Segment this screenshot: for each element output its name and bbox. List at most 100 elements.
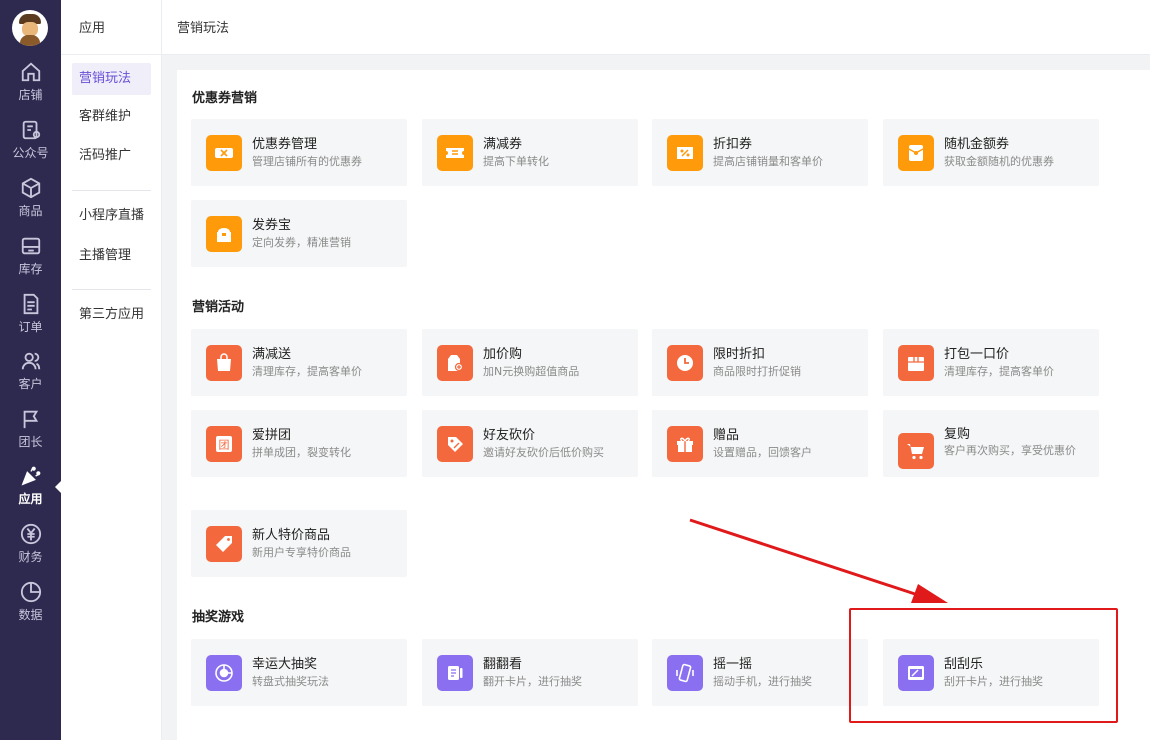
card-full-reduction-gift[interactable]: 满减送 清理库存，提高客单价 [191, 329, 407, 396]
pie-chart-icon [20, 581, 41, 603]
card-title: 新人特价商品 [252, 528, 331, 543]
card-description: 新用户专享特价商品 [252, 546, 351, 559]
nav-label: 公众号 [12, 146, 49, 160]
nav-label: 团长 [18, 435, 43, 449]
shopping-bag-icon [206, 345, 242, 381]
submenu-item-mini-live[interactable]: 小程序直播 [72, 200, 151, 232]
submenu-item-customer-groups[interactable]: 客群维护 [72, 101, 151, 133]
card-description: 转盘式抽奖玩法 [252, 675, 329, 688]
card-description: 清理库存，提高客单价 [252, 365, 362, 378]
submenu-item-anchor-management[interactable]: 主播管理 [72, 240, 151, 272]
inventory-icon [21, 237, 40, 255]
nav-item-apps[interactable]: 应用 [0, 465, 61, 519]
card-limited-time-discount[interactable]: 限时折扣 商品限时打折促销 [652, 329, 868, 396]
section-title: 营销活动 [192, 300, 245, 315]
submenu-item-marketing[interactable]: 营销玩法 [72, 63, 151, 95]
card-shake[interactable]: 摇一摇 摇动手机，进行抽奖 [652, 639, 868, 706]
card-title: 翻翻看 [483, 657, 523, 672]
lucky-wheel-icon [206, 655, 242, 691]
avatar[interactable] [12, 10, 48, 46]
coupon-icon [206, 135, 242, 171]
card-discount-coupon[interactable]: 折扣券 提高店铺销量和客单价 [652, 119, 868, 186]
divider [72, 289, 151, 290]
card-title: 爱拼团 [252, 428, 292, 443]
card-description: 加N元换购超值商品 [483, 365, 580, 378]
bargain-icon [437, 426, 473, 462]
nav-item-store[interactable]: 店铺 [0, 61, 61, 115]
nav-label: 库存 [18, 262, 43, 276]
customer-icon [21, 352, 40, 370]
submenu-item-third-party[interactable]: 第三方应用 [72, 299, 151, 331]
card-coupon-management[interactable]: 优惠券管理 管理店铺所有的优惠券 [191, 119, 407, 186]
new-user-tag-icon [206, 526, 242, 562]
nav-item-leader[interactable]: 团长 [0, 408, 61, 462]
svg-text:团: 团 [219, 439, 230, 452]
card-title: 折扣券 [713, 137, 753, 152]
treasure-box-icon [206, 216, 242, 252]
card-description: 获取金额随机的优惠券 [944, 155, 1054, 168]
card-title: 优惠券管理 [252, 137, 318, 152]
card-title: 满减送 [252, 347, 292, 362]
card-group-buy[interactable]: 团 爱拼团 拼单成团，裂变转化 [191, 410, 407, 477]
clock-icon [667, 345, 703, 381]
card-coupon-treasure[interactable]: 发券宝 定向发券，精准营销 [191, 200, 407, 267]
card-description: 管理店铺所有的优惠券 [252, 155, 362, 168]
card-title: 摇一摇 [713, 657, 753, 672]
submenu-title: 应用 [79, 21, 106, 36]
card-description: 清理库存，提高客单价 [944, 365, 1054, 378]
card-description: 客户再次购买，享受优惠价 [944, 444, 1076, 457]
nav-item-finance[interactable]: 财务 [0, 523, 61, 577]
nav-item-goods[interactable]: 商品 [0, 177, 61, 231]
breadcrumb: 营销玩法 [177, 21, 230, 36]
yuan-icon [20, 523, 41, 545]
card-title: 加价购 [483, 347, 523, 362]
main-nav: 店铺 公众号 商品 库存 订单 客户 团长 应用 财务 数据 [0, 0, 61, 740]
nav-item-customers[interactable]: 客户 [0, 350, 61, 404]
card-random-amount-coupon[interactable]: 随机金额券 获取金额随机的优惠券 [883, 119, 1099, 186]
card-new-user-special[interactable]: 新人特价商品 新用户专享特价商品 [191, 510, 407, 577]
submenu-item-live-code[interactable]: 活码推广 [72, 140, 151, 172]
flip-card-icon [437, 655, 473, 691]
card-add-price-purchase[interactable]: 加价购 加N元换购超值商品 [422, 329, 638, 396]
card-repurchase[interactable]: 复购 客户再次购买，享受优惠价 [883, 410, 1099, 477]
card-title: 限时折扣 [713, 347, 766, 362]
card-title: 赠品 [713, 428, 740, 443]
nav-item-orders[interactable]: 订单 [0, 293, 61, 347]
nav-item-data[interactable]: 数据 [0, 581, 61, 635]
page-header: 营销玩法 [162, 0, 1150, 55]
section-title: 抽奖游戏 [192, 610, 245, 625]
card-lucky-draw[interactable]: 幸运大抽奖 转盘式抽奖玩法 [191, 639, 407, 706]
nav-label: 订单 [18, 320, 43, 334]
nav-label: 客户 [18, 377, 43, 391]
card-title: 复购 [944, 427, 971, 442]
ticket-icon [437, 135, 473, 171]
card-title: 好友砍价 [483, 428, 536, 443]
divider [72, 190, 151, 191]
gift-icon [667, 426, 703, 462]
card-flip-card[interactable]: 翻翻看 翻开卡片，进行抽奖 [422, 639, 638, 706]
box-icon [21, 177, 40, 199]
card-title: 随机金额券 [944, 137, 1010, 152]
card-bundle-price[interactable]: 打包一口价 清理库存，提高客单价 [883, 329, 1099, 396]
nav-item-official-account[interactable]: 公众号 [0, 119, 61, 173]
card-title: 满减券 [483, 137, 523, 152]
divider [61, 54, 161, 55]
nav-label: 财务 [18, 550, 43, 564]
card-description: 提高下单转化 [483, 155, 549, 168]
red-envelope-icon [898, 135, 934, 171]
shake-phone-icon [667, 655, 703, 691]
cart-icon [898, 433, 934, 469]
card-gift[interactable]: 赠品 设置赠品，回馈客户 [652, 410, 868, 477]
party-popper-icon [21, 466, 40, 486]
group-buy-icon: 团 [206, 426, 242, 462]
highlight-box [849, 608, 1118, 723]
card-friend-bargain[interactable]: 好友砍价 邀请好友砍价后低价购买 [422, 410, 638, 477]
price-tag-plus-icon [437, 345, 473, 381]
card-description: 商品限时打折促销 [713, 365, 801, 378]
card-description: 邀请好友砍价后低价购买 [483, 446, 604, 459]
card-description: 摇动手机，进行抽奖 [713, 675, 812, 688]
nav-label: 应用 [18, 492, 43, 506]
nav-item-inventory[interactable]: 库存 [0, 235, 61, 289]
card-full-reduction-coupon[interactable]: 满减券 提高下单转化 [422, 119, 638, 186]
secondary-menu: 应用 营销玩法 客群维护 活码推广 小程序直播 主播管理 第三方应用 [61, 0, 162, 740]
